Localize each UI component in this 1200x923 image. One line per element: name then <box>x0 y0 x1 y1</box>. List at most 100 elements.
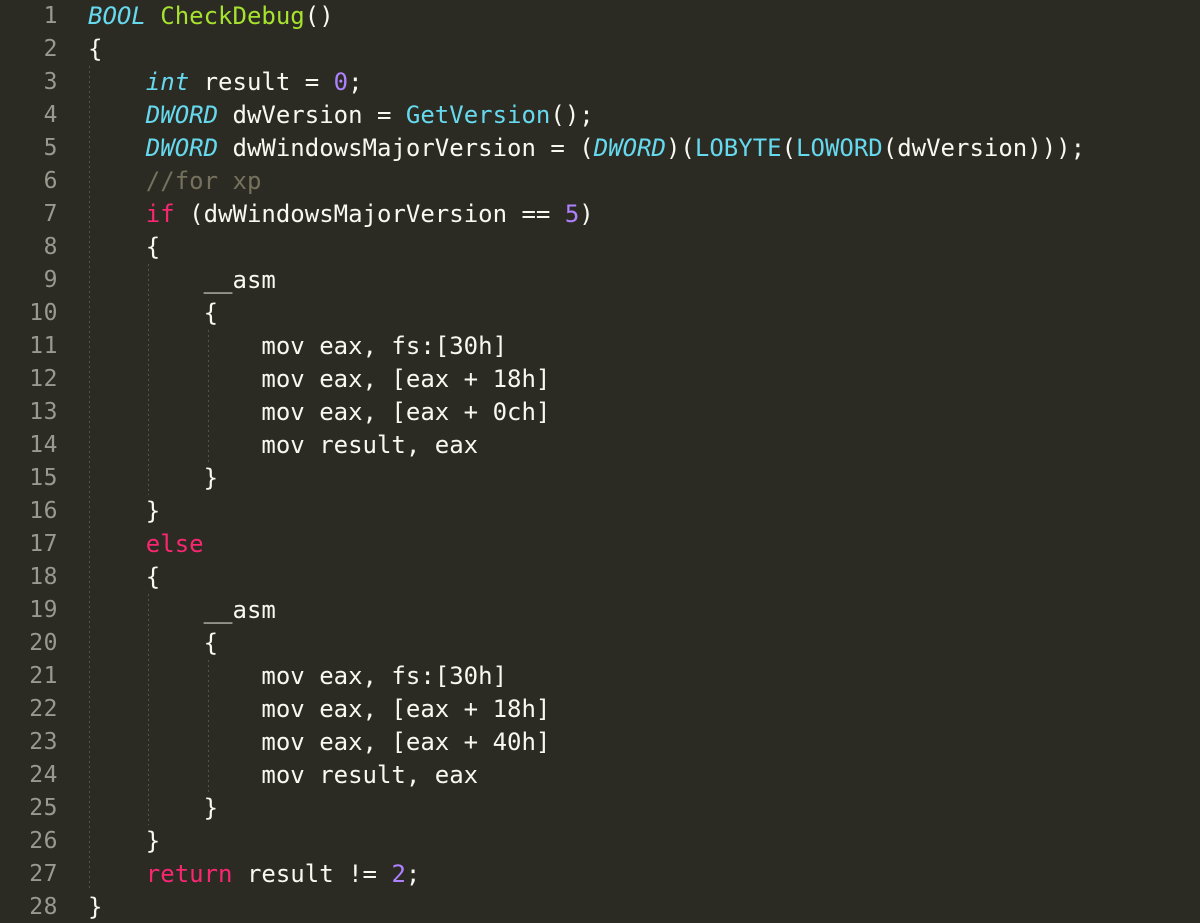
code-token-call: GetVersion <box>405 101 551 129</box>
code-token-kw: else <box>145 530 204 558</box>
code-line[interactable]: mov eax, fs:[30h] <box>0 660 1200 693</box>
code-token-plain: ; <box>348 68 363 96</box>
code-token-plain: } <box>88 893 103 921</box>
code-token-plain: { <box>88 233 161 261</box>
code-token-plain: mov eax, fs:[30h] <box>88 332 508 360</box>
code-line[interactable]: } <box>0 792 1200 825</box>
line-number: 6 <box>43 168 58 194</box>
code-token-kw: if <box>145 200 175 228</box>
code-content[interactable]: BOOL CheckDebug(){ int result = 0; DWORD… <box>0 0 1200 923</box>
code-line[interactable]: { <box>0 627 1200 660</box>
code-line[interactable]: mov eax, fs:[30h] <box>0 330 1200 363</box>
code-token-plain: ) <box>579 200 594 228</box>
code-line[interactable]: } <box>0 462 1200 495</box>
code-line[interactable]: DWORD dwWindowsMajorVersion = (DWORD)(LO… <box>0 132 1200 165</box>
line-number-gutter: 1 2 3 4 5 6 7 8 9 10 11 12 13 14 15 16 17 18 19 20 21 22 23 24 2… <box>0 0 66 923</box>
code-line[interactable]: mov eax, [eax + 40h] <box>0 726 1200 759</box>
code-token-num: 0 <box>333 68 349 96</box>
code-line[interactable]: //for xp <box>0 165 1200 198</box>
code-token-fn: CheckDebug <box>160 2 305 30</box>
code-token-plain: } <box>88 464 219 492</box>
code-token-plain: ; <box>405 860 421 888</box>
line-number: 3 <box>43 69 58 95</box>
code-line[interactable]: } <box>0 495 1200 528</box>
line-number: 13 <box>29 399 58 425</box>
line-number: 7 <box>43 201 58 227</box>
code-token-plain: mov eax, [eax + 18h] <box>88 365 551 393</box>
line-number: 14 <box>29 432 58 458</box>
code-token-plain: ( <box>781 134 797 162</box>
line-number: 20 <box>29 630 58 656</box>
code-token-plain: } <box>88 497 161 525</box>
code-token-cmt: //for xp <box>145 167 262 195</box>
line-number: 8 <box>43 234 58 260</box>
code-token-plain: (dwVersion))); <box>882 134 1086 162</box>
code-line[interactable]: if (dwWindowsMajorVersion == 5) <box>0 198 1200 231</box>
line-number: 25 <box>29 795 58 821</box>
code-token-plain: mov eax, [eax + 18h] <box>88 695 551 723</box>
line-number: 5 <box>43 135 58 161</box>
code-token-plain: result != <box>232 860 392 888</box>
line-number: 24 <box>29 762 58 788</box>
code-line[interactable]: int result = 0; <box>0 66 1200 99</box>
code-token-type: BOOL <box>88 2 146 30</box>
code-token-plain: mov result, eax <box>88 761 479 789</box>
code-line[interactable]: mov result, eax <box>0 759 1200 792</box>
code-line[interactable]: mov result, eax <box>0 429 1200 462</box>
line-number: 28 <box>29 894 58 920</box>
line-number: 9 <box>43 267 58 293</box>
code-line[interactable]: } <box>0 891 1200 923</box>
code-token-plain: } <box>88 794 219 822</box>
code-line[interactable]: mov eax, [eax + 18h] <box>0 363 1200 396</box>
line-number: 27 <box>29 861 58 887</box>
code-token-plain: { <box>88 35 103 63</box>
code-line[interactable]: { <box>0 297 1200 330</box>
code-token-plain: { <box>88 629 219 657</box>
code-token-plain: dwWindowsMajorVersion = ( <box>218 134 594 162</box>
code-line[interactable]: DWORD dwVersion = GetVersion(); <box>0 99 1200 132</box>
line-number: 16 <box>29 498 58 524</box>
line-number: 11 <box>29 333 58 359</box>
code-line[interactable]: __asm <box>0 264 1200 297</box>
line-number: 1 <box>43 3 58 29</box>
code-line[interactable]: mov eax, [eax + 0ch] <box>0 396 1200 429</box>
line-number: 22 <box>29 696 58 722</box>
code-token-call: LOBYTE <box>694 134 782 162</box>
code-token-plain: mov eax, [eax + 0ch] <box>88 398 551 426</box>
code-token-plain: result = <box>189 68 334 96</box>
code-token-plain: (dwWindowsMajorVersion == <box>174 200 565 228</box>
code-token-plain: } <box>88 827 161 855</box>
line-number: 23 <box>29 729 58 755</box>
code-line[interactable]: { <box>0 33 1200 66</box>
code-line[interactable]: BOOL CheckDebug() <box>0 0 1200 33</box>
line-number: 12 <box>29 366 58 392</box>
code-token-plain: { <box>88 299 219 327</box>
line-number: 26 <box>29 828 58 854</box>
code-line[interactable]: else <box>0 528 1200 561</box>
code-line[interactable]: } <box>0 825 1200 858</box>
code-token-type: int <box>145 68 190 96</box>
code-line[interactable]: mov eax, [eax + 18h] <box>0 693 1200 726</box>
code-token-plain: __asm <box>88 596 276 624</box>
code-token-call: LOWORD <box>796 134 883 162</box>
code-token-num: 5 <box>564 200 580 228</box>
code-line[interactable]: __asm <box>0 594 1200 627</box>
code-line[interactable]: { <box>0 561 1200 594</box>
code-editor[interactable]: BOOL CheckDebug(){ int result = 0; DWORD… <box>0 0 1200 923</box>
code-token-plain: dwVersion = <box>218 101 406 129</box>
line-number: 18 <box>29 564 58 590</box>
code-line[interactable]: return result != 2; <box>0 858 1200 891</box>
code-token-plain: )( <box>665 134 695 162</box>
line-number: 4 <box>43 102 58 128</box>
code-token-plain: mov eax, fs:[30h] <box>88 662 508 690</box>
line-number: 17 <box>29 531 58 557</box>
code-token-type: DWORD <box>145 101 219 129</box>
code-line[interactable]: { <box>0 231 1200 264</box>
code-token-type: DWORD <box>145 134 219 162</box>
code-token-plain: () <box>304 2 334 30</box>
